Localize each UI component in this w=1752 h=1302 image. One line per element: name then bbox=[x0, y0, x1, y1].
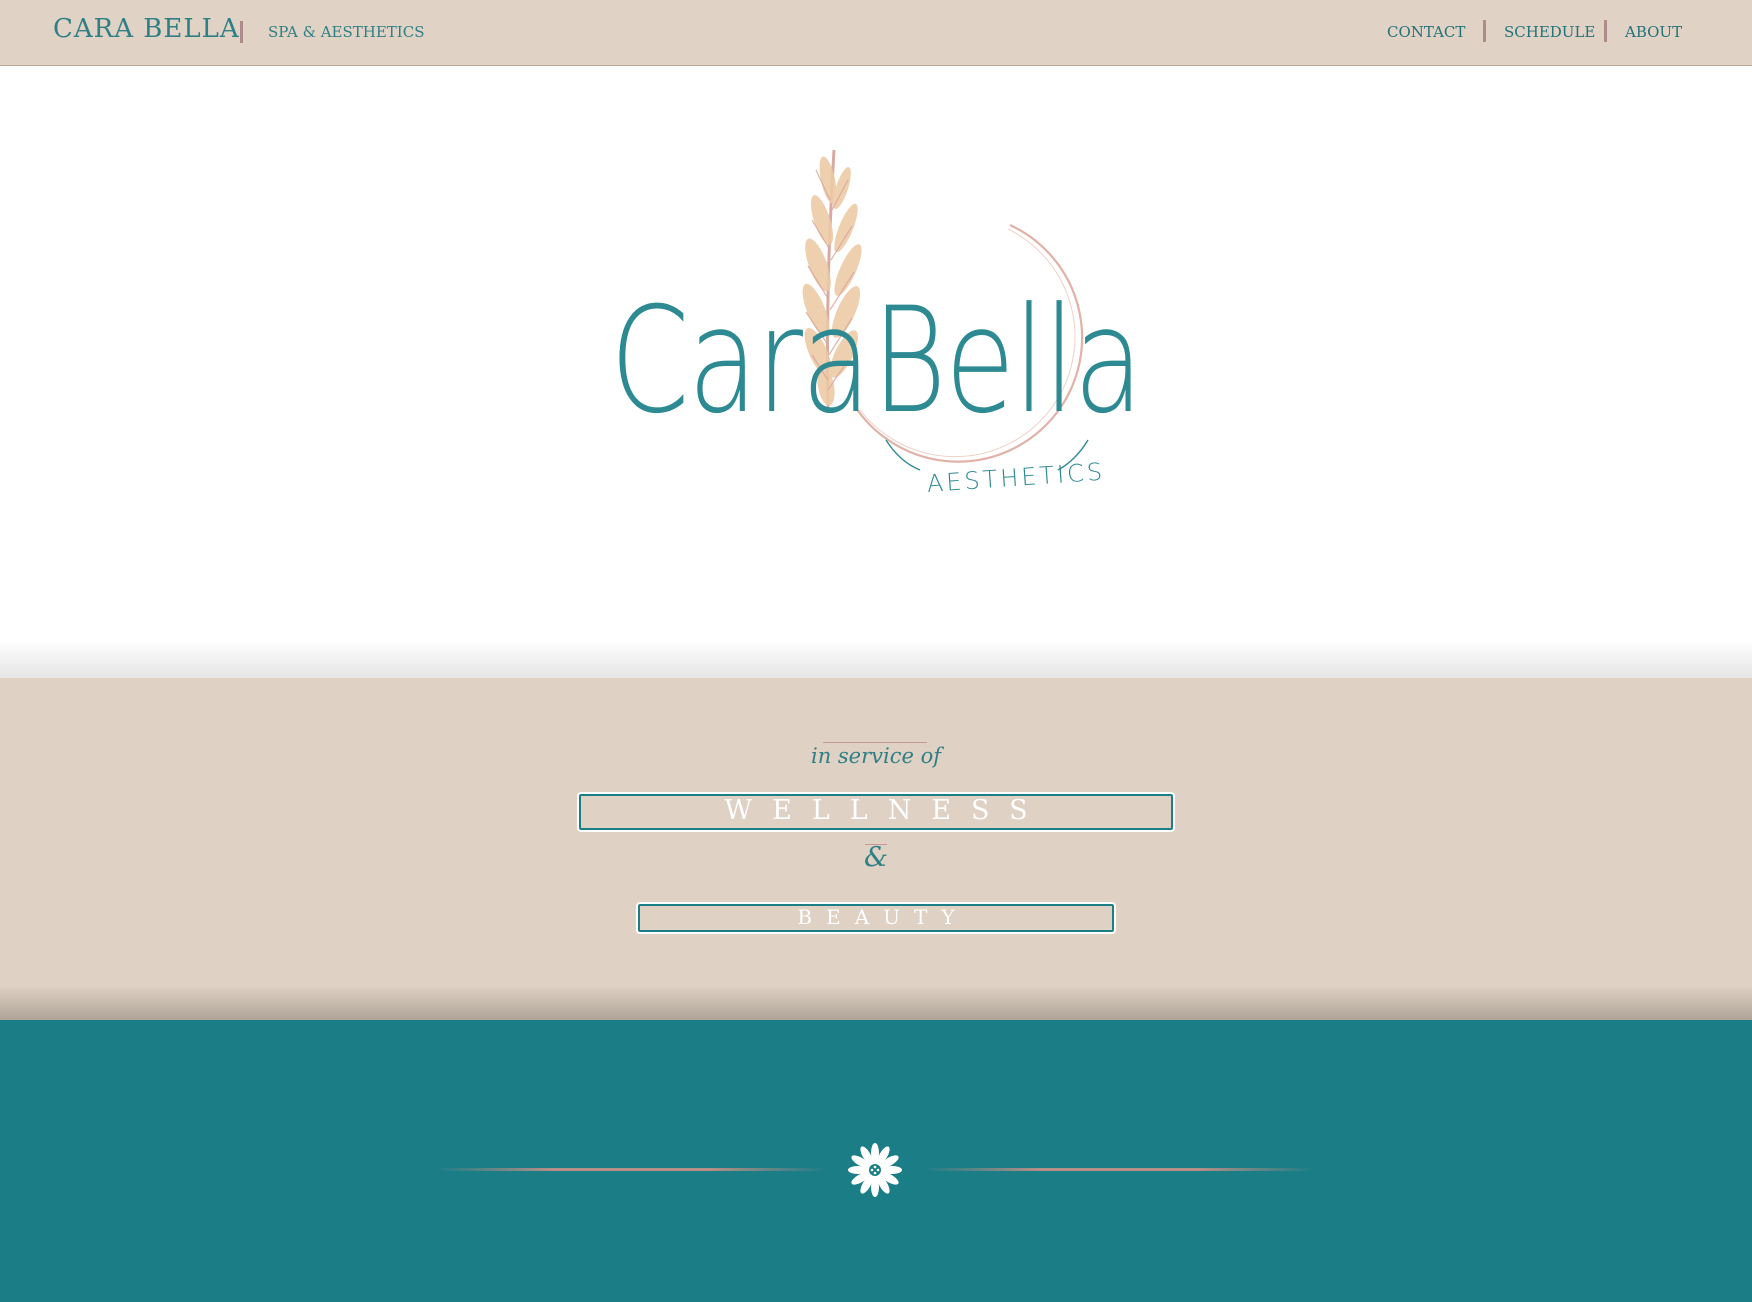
logo-word-cara: Cara bbox=[610, 276, 871, 446]
lead-overline bbox=[823, 742, 927, 743]
wellness-button[interactable]: WELLNESS bbox=[577, 792, 1175, 832]
tagline-band: in service of WELLNESS & BEAUTY bbox=[0, 640, 1752, 1020]
nav-schedule-link[interactable]: SCHEDULE bbox=[1504, 23, 1595, 41]
nav-about-link[interactable]: ABOUT bbox=[1625, 23, 1682, 41]
lead-text: in service of bbox=[810, 744, 942, 768]
beauty-button[interactable]: BEAUTY bbox=[636, 902, 1116, 934]
brand-divider bbox=[240, 21, 243, 43]
top-nav-bar: CARA BELLA SPA & AESTHETICS CONTACT SCHE… bbox=[0, 0, 1752, 66]
logo-word-bella: Bella bbox=[872, 276, 1143, 446]
flower-ornament-icon bbox=[848, 1143, 902, 1197]
ornament-rule-left bbox=[437, 1168, 825, 1171]
nav-divider bbox=[1604, 20, 1607, 42]
footer-section bbox=[0, 1020, 1752, 1302]
joiner-ampersand: & bbox=[863, 842, 889, 873]
brand-name[interactable]: CARA BELLA bbox=[53, 14, 240, 44]
nav-divider bbox=[1483, 20, 1486, 42]
cara-bella-logo: Cara Bella AESTHETICS bbox=[590, 140, 1150, 520]
nav-contact-link[interactable]: CONTACT bbox=[1387, 23, 1465, 41]
ornament-rule-right bbox=[925, 1168, 1313, 1171]
brand-tagline: SPA & AESTHETICS bbox=[268, 23, 425, 41]
